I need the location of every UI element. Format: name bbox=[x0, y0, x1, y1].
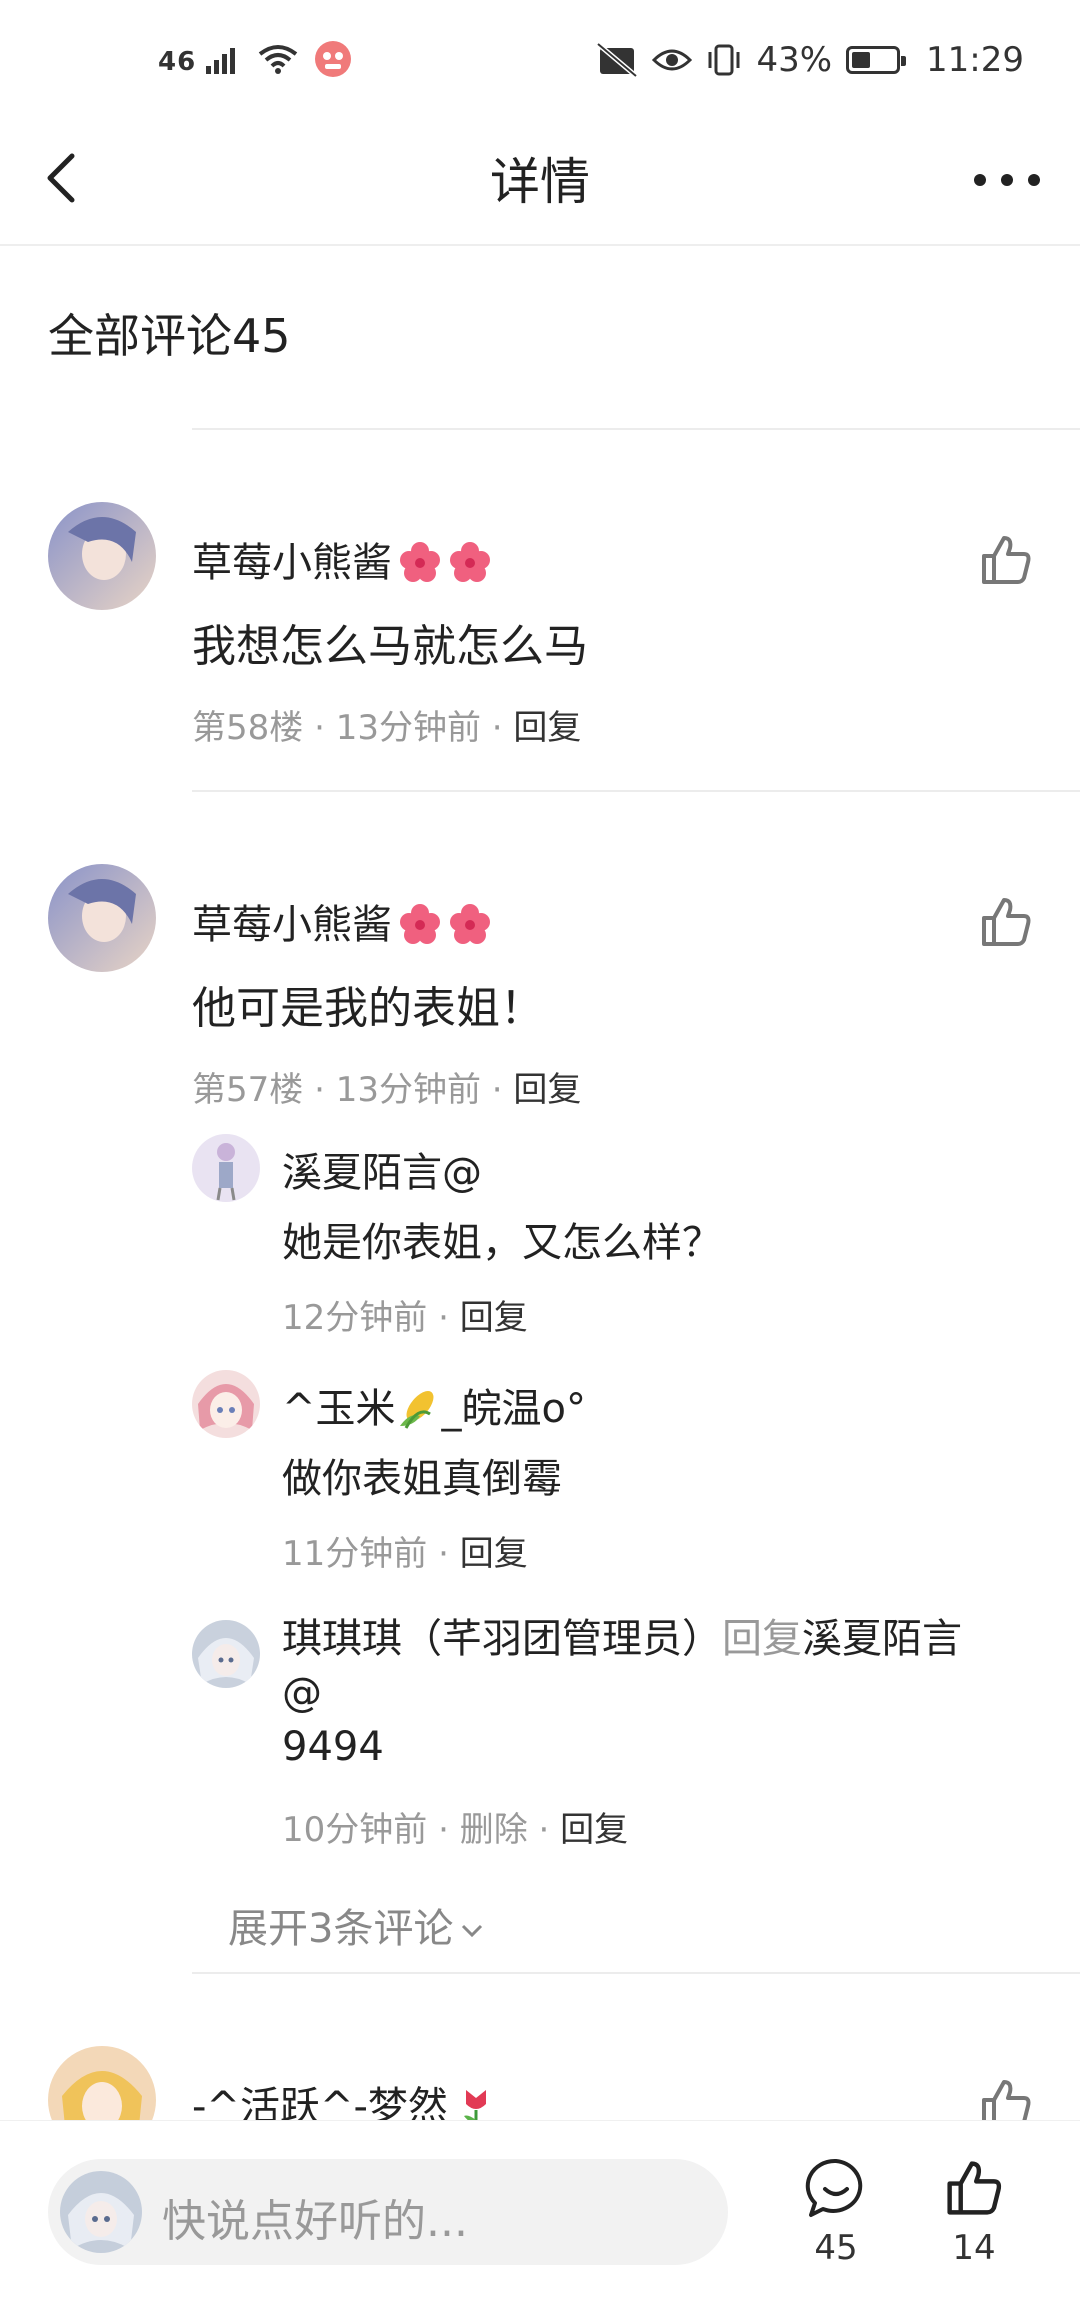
avatar[interactable] bbox=[192, 1370, 260, 1438]
vibrate-icon bbox=[708, 44, 740, 76]
battery-fill bbox=[852, 52, 871, 68]
comment-author[interactable]: 草莓小熊酱 bbox=[192, 530, 492, 588]
status-right: 43% 11:29 bbox=[596, 40, 1024, 80]
like-post-button[interactable]: 14 bbox=[934, 2157, 1014, 2268]
all-comments-count: 45 bbox=[232, 309, 291, 363]
thumbs-up-icon bbox=[982, 898, 1031, 946]
comment-time: 13分钟前 bbox=[335, 708, 481, 748]
reply-author[interactable]: 溪夏陌言@ bbox=[282, 1140, 482, 1198]
flower-emoji-icon bbox=[400, 542, 440, 582]
tulip-emoji-icon bbox=[463, 2090, 486, 2120]
more-dot-icon bbox=[974, 174, 986, 186]
avatar[interactable] bbox=[192, 1134, 260, 1202]
all-comments-label: 全部评论 bbox=[48, 309, 232, 363]
chevron-down-icon bbox=[462, 1924, 483, 1938]
comments-button[interactable]: 45 bbox=[796, 2157, 876, 2268]
reply-time: 12分钟前 bbox=[282, 1298, 428, 1338]
avatar[interactable] bbox=[48, 2046, 156, 2120]
more-dot-icon bbox=[1001, 174, 1013, 186]
eye-comfort-icon bbox=[652, 49, 693, 71]
no-sim-icon bbox=[596, 42, 639, 78]
reply-button[interactable]: 回复 bbox=[513, 708, 581, 748]
wifi-icon bbox=[259, 45, 298, 74]
reply-text: 做你表姐真倒霉 bbox=[282, 1456, 562, 1502]
reply-time: 10分钟前 bbox=[282, 1810, 428, 1850]
comment-placeholder: 快说点好听的... bbox=[162, 2196, 468, 2247]
reply-text: 她是你表姐，又怎么样？ bbox=[282, 1220, 722, 1266]
reply-button[interactable]: 回复 bbox=[560, 1810, 628, 1850]
reply-item: ^玉米 _皖温o° 做你表姐真倒霉 11分钟前 · 回复 bbox=[192, 1370, 1052, 1600]
top-bar: 详情 bbox=[0, 120, 1080, 246]
comment-meta: 第57楼 · 13分钟前 · 回复 bbox=[192, 1070, 582, 1110]
comment-item: -^活跃^-梦然 bbox=[0, 1974, 1080, 2120]
reply-author[interactable]: ^玉米 _皖温o° bbox=[282, 1376, 586, 1434]
page-title: 详情 bbox=[490, 153, 590, 211]
floor-number: 第58楼 bbox=[192, 708, 304, 748]
reply-meta: 10分钟前 · 删除 · 回复 bbox=[282, 1810, 629, 1850]
reply-author[interactable]: 琪琪琪（芊羽团管理员）回复溪夏陌言 @ bbox=[282, 1612, 1042, 1720]
bottom-bar: 快说点好听的... 45 14 bbox=[0, 2120, 1080, 2311]
comment-text: 他可是我的表姐！ bbox=[192, 983, 544, 1034]
author-name: -^活跃^-梦然 bbox=[192, 2084, 448, 2120]
status-bar: 46 43% 11:29 bbox=[0, 0, 1080, 120]
more-dot-icon bbox=[1028, 174, 1040, 186]
like-count: 14 bbox=[952, 2228, 996, 2268]
reply-author-suffix: _皖温o° bbox=[441, 1386, 586, 1432]
my-avatar bbox=[60, 2171, 142, 2253]
all-comments-title: 全部评论45 bbox=[48, 300, 291, 366]
corn-emoji-icon bbox=[399, 1391, 433, 1429]
comment-author[interactable]: -^活跃^-梦然 bbox=[192, 2074, 498, 2120]
comment-input[interactable]: 快说点好听的... bbox=[48, 2159, 728, 2265]
comment-item: 草莓小熊酱 我想怎么马就怎么马 第58楼 · 13分钟前 · 回复 bbox=[0, 430, 1080, 790]
thumbs-up-icon bbox=[947, 2161, 1002, 2215]
reply-button[interactable]: 回复 bbox=[513, 1070, 581, 1110]
expand-replies-button[interactable]: 展开3条评论 bbox=[228, 1896, 487, 1954]
reply-time: 11分钟前 bbox=[282, 1534, 428, 1574]
comment-author[interactable]: 草莓小熊酱 bbox=[192, 892, 492, 950]
reply-item: 溪夏陌言@ 她是你表姐，又怎么样？ 12分钟前 · 回复 bbox=[192, 1134, 1052, 1364]
like-button[interactable] bbox=[978, 894, 1034, 950]
network-type: 46 bbox=[158, 47, 197, 77]
expand-label: 展开3条评论 bbox=[228, 1906, 454, 1952]
author-name: 草莓小熊酱 bbox=[192, 540, 392, 586]
reply-button[interactable]: 回复 bbox=[460, 1534, 528, 1574]
app-notification-icon bbox=[315, 41, 352, 77]
reply-text: 9494 bbox=[282, 1724, 384, 1770]
reply-meta: 11分钟前 · 回复 bbox=[282, 1534, 528, 1574]
more-options-button[interactable] bbox=[974, 160, 1040, 200]
comment-count: 45 bbox=[814, 2228, 858, 2268]
comment-text: 我想怎么马就怎么马 bbox=[192, 621, 588, 672]
thumbs-up-icon bbox=[982, 2080, 1031, 2120]
flower-emoji-icon bbox=[450, 542, 490, 582]
author-name: 草莓小熊酱 bbox=[192, 902, 392, 948]
reply-target-suffix: @ bbox=[282, 1670, 322, 1716]
reply-meta: 12分钟前 · 回复 bbox=[282, 1298, 528, 1338]
comment-time: 13分钟前 bbox=[335, 1070, 481, 1110]
reply-author-prefix: ^玉米 bbox=[282, 1386, 396, 1432]
reply-item: 琪琪琪（芊羽团管理员）回复溪夏陌言 @ 9494 10分钟前 · 删除 · 回复 bbox=[192, 1616, 1052, 1910]
delete-button[interactable]: 删除 bbox=[460, 1810, 528, 1850]
reply-connector: 回复 bbox=[722, 1616, 802, 1662]
like-button[interactable] bbox=[978, 2076, 1034, 2120]
like-button[interactable] bbox=[978, 532, 1034, 588]
avatar[interactable] bbox=[48, 502, 156, 610]
battery-percent: 43% bbox=[756, 40, 833, 80]
flower-emoji-icon bbox=[400, 904, 440, 944]
reply-button[interactable]: 回复 bbox=[460, 1298, 528, 1338]
clock: 11:29 bbox=[926, 40, 1024, 80]
avatar[interactable] bbox=[48, 864, 156, 972]
reply-author-name: 琪琪琪（芊羽团管理员） bbox=[282, 1616, 722, 1662]
comment-item: 草莓小熊酱 他可是我的表姐！ 第57楼 · 13分钟前 · 回复 溪夏陌言@ 她… bbox=[0, 792, 1080, 1972]
avatar[interactable] bbox=[192, 1620, 260, 1688]
thumbs-up-icon bbox=[982, 536, 1031, 584]
comment-bubble-icon bbox=[805, 2158, 863, 2217]
flower-emoji-icon bbox=[450, 904, 490, 944]
signal-icon: 46 bbox=[158, 40, 352, 78]
floor-number: 第57楼 bbox=[192, 1070, 304, 1110]
reply-target[interactable]: 溪夏陌言 bbox=[802, 1616, 962, 1662]
battery-icon bbox=[846, 46, 907, 74]
comment-meta: 第58楼 · 13分钟前 · 回复 bbox=[192, 708, 582, 748]
